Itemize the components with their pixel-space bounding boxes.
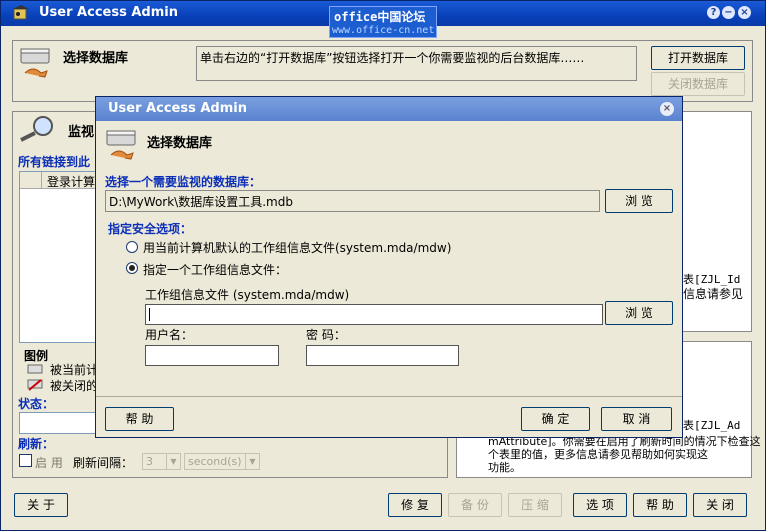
refresh-interval-label: 刷新间隔： (73, 456, 134, 470)
password-label: 密 码： (306, 328, 346, 342)
enable-refresh-label: 启 用 (35, 456, 63, 470)
unit-select[interactable]: second(s) ▼ (184, 453, 260, 470)
text-cursor (149, 308, 150, 321)
default-workgroup-radio[interactable] (126, 241, 138, 253)
backup-button[interactable]: 备 份 (448, 493, 502, 517)
unit-value: second(s) (188, 455, 242, 468)
database-section-title: 选择数据库 (63, 51, 129, 66)
specify-workgroup-radio[interactable] (126, 262, 138, 274)
interval-select[interactable]: 3 ▼ (142, 453, 181, 470)
workgroup-file-label: 工作组信息文件 (system.mda/mdw) (145, 288, 350, 302)
database-panel: 选择数据库 单击右边的“打开数据库”按钮选择打开一个你需要监视的后台数据库…… … (12, 40, 753, 102)
dialog-title: User Access Admin (108, 101, 247, 116)
help-button[interactable]: 帮 助 (633, 493, 687, 517)
chevron-down-icon: ▼ (245, 454, 259, 469)
default-workgroup-label: 用当前计算机默认的工作组信息文件(system.mda/mdw) (143, 241, 452, 255)
watermark-logo: office中国论坛 www.office-cn.net (329, 6, 437, 38)
dialog-header: 选择数据库 (147, 136, 213, 151)
refresh-label: 刷新： (18, 437, 55, 451)
title-bar[interactable]: User Access Admin office中国论坛 www.office-… (1, 1, 765, 38)
dialog-divider (96, 396, 682, 397)
help-title-button[interactable]: ? (707, 6, 720, 19)
right-lower-line3: 个表里的值，更多信息请参见帮助如何实现这 (488, 448, 708, 461)
open-database-button[interactable]: 打开数据库 (651, 46, 745, 70)
watermark-url: www.office-cn.net (332, 25, 435, 36)
dialog-title-bar[interactable]: User Access Admin × (96, 97, 682, 121)
options-button[interactable]: 选 项 (573, 493, 627, 517)
legend-item-open: 被当前计 (50, 363, 99, 377)
browse-database-button[interactable]: 浏 览 (605, 189, 673, 213)
compact-button[interactable]: 压 缩 (508, 493, 562, 517)
close-button[interactable]: 关 闭 (693, 493, 747, 517)
list-header-corner (20, 172, 42, 189)
about-button[interactable]: 关 于 (14, 493, 68, 517)
window-title: User Access Admin (39, 5, 178, 20)
chevron-down-icon: ▼ (166, 454, 180, 469)
browse-workgroup-button[interactable]: 浏 览 (605, 301, 673, 325)
database-hint-box: 单击右边的“打开数据库”按钮选择打开一个你需要监视的后台数据库…… (196, 46, 637, 81)
password-input[interactable] (306, 345, 459, 366)
dialog-close-icon[interactable]: × (660, 102, 674, 116)
enable-refresh-checkbox[interactable] (19, 454, 32, 467)
monitor-subtitle: 所有链接到此 (18, 155, 91, 169)
ok-button[interactable]: 确 定 (521, 407, 590, 431)
specify-workgroup-label: 指定一个工作组信息文件： (143, 263, 288, 277)
column-header-computer[interactable]: 登录计算 (47, 173, 95, 190)
right-lower-line1: 表[ZJL_Ad (683, 419, 741, 432)
close-database-button[interactable]: 关闭数据库 (651, 72, 745, 96)
right-lower-line4: 功能。 (488, 461, 521, 474)
app-logo-icon (13, 5, 29, 20)
username-label: 用户名： (145, 328, 194, 342)
dialog-help-button[interactable]: 帮 助 (105, 407, 174, 431)
database-icon (20, 48, 50, 78)
username-input[interactable] (145, 345, 279, 366)
monitor-title: 监视 (68, 125, 95, 140)
select-database-dialog: User Access Admin × 选择数据库 选择一个需要监视的数据库： … (95, 96, 683, 438)
magnifier-icon (20, 116, 53, 142)
database-icon (106, 130, 136, 160)
right-upper-line2: 信息请参见 (683, 287, 744, 301)
database-path-field[interactable]: D:\MyWork\数据库设置工具.mdb (105, 190, 600, 212)
cancel-button[interactable]: 取 消 (601, 407, 672, 431)
repair-button[interactable]: 修 复 (388, 493, 442, 517)
watermark-text: office中国论坛 (334, 10, 426, 24)
interval-value: 3 (146, 455, 153, 468)
close-window-button[interactable]: × (738, 6, 751, 19)
minimize-button[interactable]: − (722, 6, 735, 19)
legend-item-closed: 被关闭的 (50, 379, 99, 393)
select-database-label: 选择一个需要监视的数据库： (105, 175, 262, 189)
open-computer-icon (27, 364, 43, 374)
closed-computer-icon (27, 379, 43, 391)
legend-title: 图例 (24, 349, 49, 363)
workgroup-file-input[interactable] (145, 304, 603, 325)
security-options-label: 指定安全选项： (108, 222, 193, 236)
status-label: 状态： (18, 397, 55, 411)
